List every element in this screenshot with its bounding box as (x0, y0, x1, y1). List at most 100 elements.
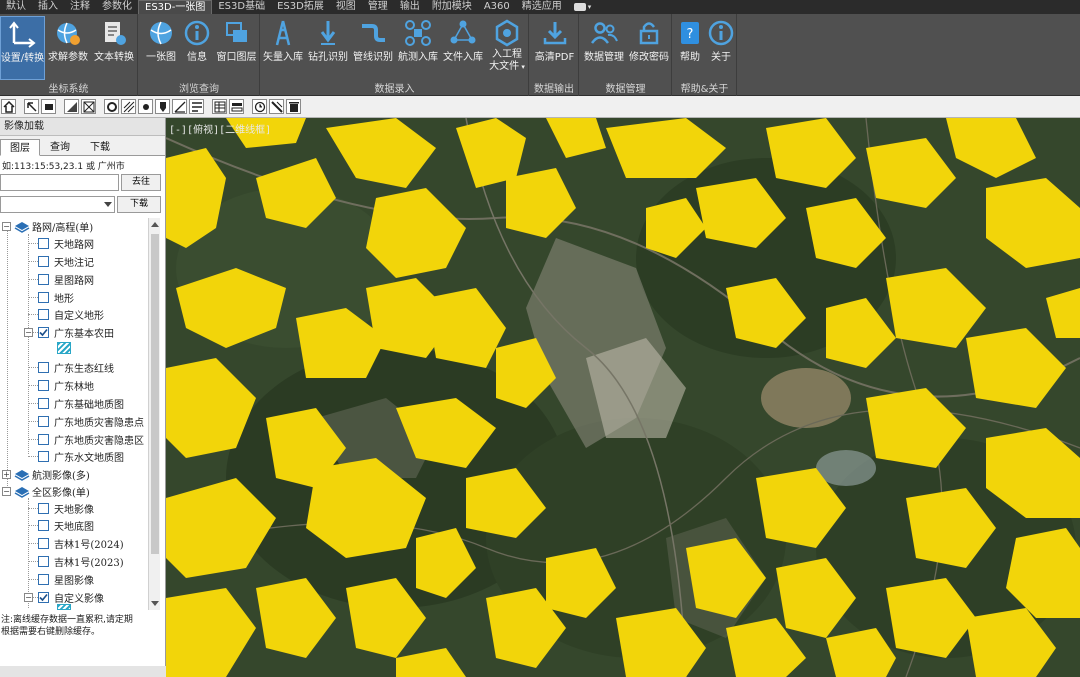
one-map-button[interactable]: 一张图 (142, 16, 180, 80)
checkbox[interactable] (38, 434, 49, 445)
download-button[interactable]: 下载 (117, 195, 161, 213)
checkbox[interactable] (38, 380, 49, 391)
point-icon[interactable] (138, 99, 153, 114)
collapse-icon[interactable]: − (2, 222, 11, 231)
drill-recognize-button[interactable]: 钻孔识别 (306, 16, 350, 80)
hd-pdf-button[interactable]: 高清PDF (532, 16, 577, 80)
checkbox[interactable] (38, 520, 49, 531)
tree-item-tianditu-base[interactable]: 天地底图 (38, 517, 94, 534)
satellite-map[interactable] (166, 118, 1080, 677)
checkbox[interactable] (38, 309, 49, 320)
checkbox-checked[interactable] (38, 327, 49, 338)
tree-item-terrain[interactable]: 地形 (38, 289, 74, 306)
checkbox[interactable] (38, 574, 49, 585)
map-viewport[interactable]: [-][俯视][二维线框] (166, 118, 1080, 677)
collapse-icon[interactable]: − (2, 487, 11, 496)
menu-featured-apps[interactable]: 精选应用 (516, 0, 568, 14)
tree-item-gd-geology[interactable]: 广东基础地质图 (38, 395, 124, 412)
tree-item-custom-terrain[interactable]: 自定义地形 (38, 306, 104, 323)
menu-es3d-basic[interactable]: ES3D基础 (212, 0, 271, 14)
change-password-button[interactable]: 修改密码 (627, 16, 671, 80)
coord-set-button[interactable]: 设置/转换 (0, 16, 45, 80)
line-icon[interactable] (172, 99, 187, 114)
tab-download[interactable]: 下载 (80, 138, 120, 155)
solve-params-button[interactable]: 求解参数 (46, 16, 90, 80)
tree-item-jilin1-2023[interactable]: 吉林1号(2023) (38, 553, 124, 570)
tree-item-startu-image[interactable]: 星图影像 (38, 571, 94, 588)
home-icon[interactable] (1, 99, 16, 114)
tree-item-gd-hazard-points[interactable]: 广东地质灾害隐患点 (38, 413, 144, 430)
rectangle-icon[interactable] (41, 99, 56, 114)
tree-item-tianditu-image[interactable]: 天地影像 (38, 500, 94, 517)
data-manage-button[interactable]: 数据管理 (582, 16, 626, 80)
checkbox[interactable] (38, 274, 49, 285)
menu-default[interactable]: 默认 (0, 0, 32, 14)
menu-view[interactable]: 视图 (330, 0, 362, 14)
vector-import-button[interactable]: 矢量入库 (261, 16, 305, 80)
measure-icon[interactable] (189, 99, 204, 114)
tree-item-jilin1-2024[interactable]: 吉林1号(2024) (38, 535, 124, 552)
goto-button[interactable]: 去往 (121, 173, 161, 191)
menu-insert[interactable]: 插入 (32, 0, 64, 14)
collapse-icon[interactable]: − (24, 593, 33, 602)
hatch-icon[interactable] (121, 99, 136, 114)
expand-icon[interactable]: + (2, 470, 11, 479)
project-file-button[interactable]: 入工程 大文件 ▾ (486, 16, 528, 80)
text-convert-button[interactable]: 文本转换 (91, 16, 137, 80)
table-icon[interactable] (212, 99, 227, 114)
menu-addons[interactable]: 附加模块 (426, 0, 478, 14)
menu-manage[interactable]: 管理 (362, 0, 394, 14)
menu-annotate[interactable]: 注释 (64, 0, 96, 14)
pipeline-recognize-button[interactable]: 管线识别 (351, 16, 395, 80)
tree-group-road[interactable]: − 路网/高程(单) (2, 218, 93, 235)
menu-es3d-onemap[interactable]: ES3D-一张图 (138, 0, 213, 14)
viewport-label[interactable]: [-][俯视][二维线框] (169, 121, 271, 136)
file-import-button[interactable]: 文件入库 (441, 16, 485, 80)
tree-scrollbar[interactable] (148, 218, 160, 610)
location-input[interactable] (0, 173, 119, 191)
checkbox[interactable] (38, 256, 49, 267)
checkbox[interactable] (38, 451, 49, 462)
tree-item-gd-farmland[interactable]: − 广东基本农田 (24, 324, 114, 341)
checkbox[interactable] (38, 538, 49, 549)
menu-es3d-extend[interactable]: ES3D拓展 (271, 0, 330, 14)
tree-group-aerial[interactable]: + 航测影像(多) (2, 466, 90, 483)
tree-item-gd-forest[interactable]: 广东林地 (38, 377, 94, 394)
bin-icon[interactable] (286, 99, 301, 114)
tree-item-startu-road[interactable]: 星图路网 (38, 271, 94, 288)
about-button[interactable]: 关于 (706, 16, 736, 80)
mark-icon[interactable] (155, 99, 170, 114)
tree-item-gd-eco-redline[interactable]: 广东生态红线 (38, 359, 114, 376)
tree-item-gd-hydro[interactable]: 广东水文地质图 (38, 448, 124, 465)
menu-a360[interactable]: A360 (478, 0, 516, 14)
tree-item-tianditu-road[interactable]: 天地路网 (38, 235, 94, 252)
scroll-up-icon[interactable] (151, 222, 159, 227)
stack-icon[interactable] (229, 99, 244, 114)
checkbox[interactable] (38, 556, 49, 567)
help-button[interactable]: ? 帮助 (675, 16, 705, 80)
tree-item-gd-hazard-zones[interactable]: 广东地质灾害隐患区 (38, 431, 144, 448)
checkbox[interactable] (38, 503, 49, 514)
ribbon-toggle-icon[interactable]: ▾ (573, 3, 591, 11)
tree-group-full-area[interactable]: − 全区影像(单) (2, 483, 90, 500)
scroll-thumb[interactable] (151, 234, 159, 554)
aerial-import-button[interactable]: 航测入库 (396, 16, 440, 80)
tab-query[interactable]: 查询 (40, 138, 80, 155)
select-icon[interactable] (24, 99, 39, 114)
download-select[interactable] (0, 195, 115, 213)
window-layer-button[interactable]: 窗口图层 (214, 16, 259, 80)
cross-box-icon[interactable] (81, 99, 96, 114)
collapse-icon[interactable]: − (24, 328, 33, 337)
menu-output[interactable]: 输出 (394, 0, 426, 14)
checkbox[interactable] (38, 238, 49, 249)
clock-icon[interactable] (252, 99, 267, 114)
checkbox-checked[interactable] (38, 592, 49, 603)
checkbox[interactable] (38, 362, 49, 373)
info-button[interactable]: 信息 (181, 16, 213, 80)
polygon-icon[interactable] (64, 99, 79, 114)
menu-parametric[interactable]: 参数化 (96, 0, 138, 14)
erase-icon[interactable] (269, 99, 284, 114)
tree-item-tianditu-label[interactable]: 天地注记 (38, 253, 94, 270)
checkbox[interactable] (38, 398, 49, 409)
tab-layers[interactable]: 图层 (0, 139, 40, 156)
